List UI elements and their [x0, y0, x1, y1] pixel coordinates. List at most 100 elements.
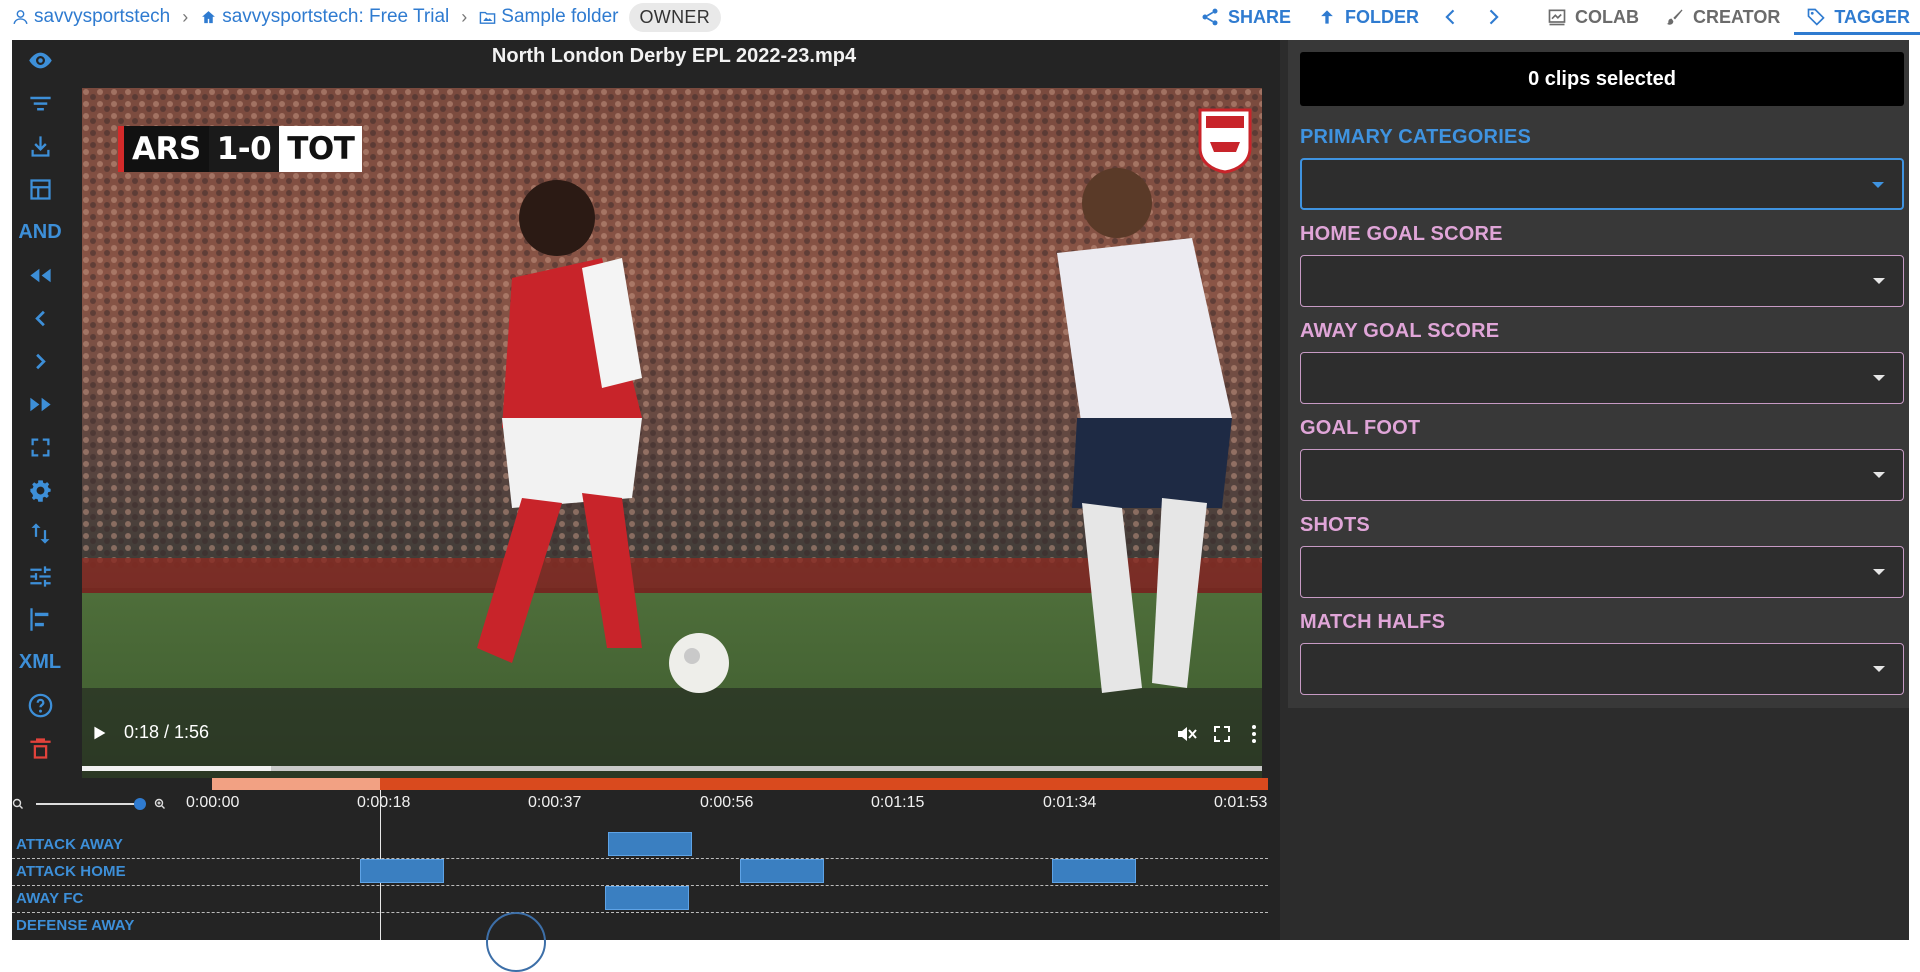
- tagger-label: TAGGER: [1834, 6, 1910, 27]
- track-label-away-fc[interactable]: AWAY FC: [16, 890, 83, 907]
- away-goal-score-label: AWAY GOAL SCORE: [1300, 320, 1500, 342]
- timeline-tick: 0:01:15: [871, 794, 925, 811]
- club-crest-icon: [1198, 108, 1252, 174]
- delete-button[interactable]: [12, 730, 68, 766]
- timeline-clip[interactable]: [608, 832, 693, 856]
- breadcrumb-workspace-label: savvysportstech: Free Trial: [222, 6, 450, 27]
- seek-bar[interactable]: [82, 766, 1262, 771]
- match-score: 1-0: [208, 126, 280, 172]
- fullscreen-icon[interactable]: [1210, 722, 1234, 746]
- sort-button[interactable]: [12, 515, 68, 551]
- play-icon[interactable]: [88, 722, 110, 744]
- sort-icon: [31, 522, 49, 544]
- and-label: AND: [18, 220, 62, 243]
- colab-label: COLAB: [1574, 6, 1639, 27]
- timeline-clip[interactable]: [740, 859, 825, 883]
- away-team: TOT: [279, 126, 363, 172]
- breadcrumb-folder-label: Sample folder: [501, 6, 619, 27]
- fullscreen-button[interactable]: [12, 429, 68, 465]
- timeline-clip[interactable]: [1051, 859, 1136, 883]
- xml-export-button[interactable]: XML: [12, 644, 68, 680]
- timeline-clip[interactable]: [359, 859, 445, 883]
- breadcrumb-separator: ›: [182, 6, 189, 27]
- help-icon: [28, 693, 52, 717]
- video-controls: 0:18 / 1:56: [82, 682, 1262, 778]
- filter-button[interactable]: [12, 85, 68, 121]
- view-button[interactable]: [12, 42, 68, 78]
- goal-foot-select[interactable]: [1300, 449, 1904, 501]
- tag-icon: [1807, 8, 1826, 26]
- timeline-range-selection[interactable]: [212, 778, 380, 790]
- table-button[interactable]: [12, 171, 68, 207]
- playback-time: 0:18 / 1:56: [124, 722, 210, 742]
- scoreboard: ARS 1-0 TOT: [118, 126, 363, 172]
- match-halfs-select[interactable]: [1300, 643, 1904, 695]
- track-label-defense-away[interactable]: DEFENSE AWAY: [16, 917, 134, 934]
- breadcrumb-folder[interactable]: Sample folder: [479, 6, 619, 28]
- brush-icon: [1666, 9, 1683, 25]
- caret-down-icon: [1873, 666, 1885, 672]
- away-goal-score-select[interactable]: [1300, 352, 1904, 404]
- step-back-button[interactable]: [12, 300, 68, 336]
- more-options-icon[interactable]: [1242, 722, 1262, 746]
- breadcrumb-separator: ›: [461, 6, 468, 27]
- align-left-icon: [29, 607, 48, 631]
- home-goal-score-select[interactable]: [1300, 255, 1904, 307]
- video-frame-image: [82, 88, 1262, 778]
- timeline-tick: 0:01:53: [1214, 794, 1268, 811]
- zoom-slider-track[interactable]: [36, 803, 140, 805]
- rewind-button[interactable]: [12, 257, 68, 293]
- help-button[interactable]: [12, 687, 68, 723]
- folder-image-icon: [479, 11, 496, 24]
- xml-label: XML: [18, 650, 62, 673]
- previous-button[interactable]: [1441, 7, 1461, 27]
- breadcrumb: savvysportstech › savvysportstech: Free …: [0, 0, 721, 34]
- left-toolbar: AND XML: [12, 40, 68, 778]
- caret-down-icon: [1873, 569, 1885, 575]
- chevron-right-icon: [1489, 9, 1499, 25]
- seek-bar-fill: [82, 766, 271, 771]
- breadcrumb-workspace[interactable]: savvysportstech: Free Trial: [200, 6, 449, 28]
- zoom-slider-handle[interactable]: [134, 798, 146, 810]
- creator-tab[interactable]: CREATOR: [1665, 7, 1780, 28]
- next-button[interactable]: [1483, 7, 1503, 27]
- primary-categories-label: PRIMARY CATEGORIES: [1300, 126, 1532, 148]
- folder-up-button[interactable]: FOLDER: [1317, 7, 1419, 28]
- match-halfs-label: MATCH HALFS: [1300, 611, 1446, 633]
- track-label-attack-away[interactable]: ATTACK AWAY: [16, 836, 123, 853]
- video-player[interactable]: ARS 1-0 TOT 0:18 / 1:56: [82, 88, 1262, 778]
- fullscreen-icon: [31, 438, 49, 456]
- timeline-clip[interactable]: [604, 886, 690, 910]
- folder-label: FOLDER: [1344, 6, 1419, 27]
- zoom-out-icon[interactable]: [12, 798, 24, 810]
- timeline-tick: 0:01:34: [1043, 794, 1097, 811]
- breadcrumb-user[interactable]: savvysportstech: [12, 6, 170, 28]
- download-icon: [31, 135, 49, 157]
- tune-button[interactable]: [12, 558, 68, 594]
- settings-button[interactable]: [12, 472, 68, 508]
- fast-forward-button[interactable]: [12, 386, 68, 422]
- table-icon: [29, 178, 51, 200]
- share-button[interactable]: SHARE: [1200, 7, 1291, 28]
- owner-badge: OWNER: [628, 2, 721, 32]
- tagger-tab[interactable]: TAGGER: [1794, 6, 1920, 35]
- shots-select[interactable]: [1300, 546, 1904, 598]
- mute-icon[interactable]: [1174, 722, 1198, 746]
- tag-panel: 0 clips selected PRIMARY CATEGORIES HOME…: [1288, 40, 1909, 708]
- primary-categories-select[interactable]: [1300, 158, 1904, 210]
- zoom-in-icon[interactable]: [154, 798, 166, 810]
- arrow-up-icon: [1321, 10, 1333, 24]
- track-label-attack-home[interactable]: ATTACK HOME: [16, 863, 126, 880]
- and-toggle[interactable]: AND: [12, 214, 68, 250]
- track-divider: [12, 912, 1268, 913]
- step-forward-button[interactable]: [12, 343, 68, 379]
- chevron-left-icon: [1445, 9, 1455, 25]
- panel-background: [1280, 708, 1909, 940]
- download-button[interactable]: [12, 128, 68, 164]
- align-button[interactable]: [12, 601, 68, 637]
- top-bar: savvysportstech › savvysportstech: Free …: [0, 0, 1920, 35]
- share-icon: [1202, 8, 1218, 26]
- clip-timeline: 0:00:00 0:00:18 0:00:37 0:00:56 0:01:15 …: [12, 778, 1280, 972]
- colab-tab[interactable]: COLAB: [1547, 7, 1639, 28]
- cursor-highlight: [486, 912, 546, 972]
